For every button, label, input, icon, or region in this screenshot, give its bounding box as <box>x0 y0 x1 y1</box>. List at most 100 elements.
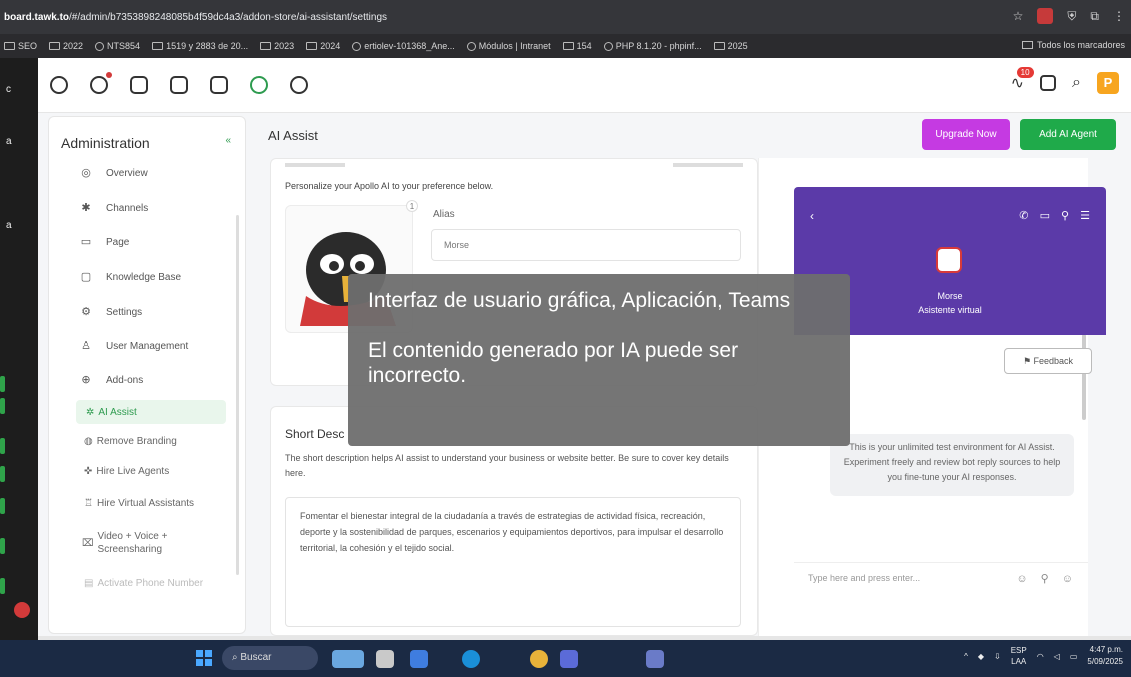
contacts-icon[interactable] <box>130 76 148 94</box>
settings-icon[interactable] <box>290 76 308 94</box>
bookmark-item[interactable]: 2022 <box>49 41 83 51</box>
bookmark-item[interactable]: 2025 <box>713 41 748 51</box>
activity-icon[interactable]: ∿ 10 <box>1011 67 1034 93</box>
status-indicator <box>0 376 5 392</box>
unread-dot <box>106 72 112 78</box>
alias-label: Alias <box>433 209 455 220</box>
gear-icon: ⚙ <box>81 306 91 318</box>
bookmark-item[interactable]: 1519 y 2883 de 20... <box>152 41 248 51</box>
sidebar-item-hire-virtual-assistants[interactable]: ♖ Hire Virtual Assistants <box>84 498 194 509</box>
bookmark-item[interactable]: Módulos | Intranet <box>466 41 551 51</box>
sidebar-item-activate-phone[interactable]: ▤ Activate Phone Number <box>84 578 203 589</box>
windows-start-icon[interactable] <box>196 650 212 666</box>
profile-avatar[interactable]: P <box>1097 72 1119 94</box>
bookmark-item[interactable]: 2023 <box>260 41 294 51</box>
overview-icon: ◎ <box>81 167 91 179</box>
messages-icon[interactable] <box>90 72 112 94</box>
bookmark-item[interactable]: SEO <box>4 41 37 51</box>
usb-icon[interactable]: ⇩ <box>994 652 1001 661</box>
sidebar-item-settings[interactable]: ⚙ Settings <box>80 306 142 318</box>
taskbar-search[interactable]: ⌕ Buscar <box>222 646 318 670</box>
teams-icon[interactable] <box>560 650 578 668</box>
folder-icon <box>260 42 272 50</box>
sidebar-scrollbar[interactable] <box>236 215 239 575</box>
status-indicator <box>0 578 5 594</box>
bookmark-item[interactable]: NTS854 <box>95 41 140 51</box>
top-navigation <box>38 58 1131 113</box>
avatar-count: 1 <box>406 200 418 212</box>
chat-header-actions[interactable]: ✆ ▭ ⚲ ☰ <box>1019 209 1094 222</box>
sidebar-item-page[interactable]: ▭ Page <box>80 236 130 248</box>
feedback-button[interactable]: ⚑ Feedback <box>1004 348 1092 374</box>
chrome-icon[interactable] <box>530 650 548 668</box>
user-icon: ♙ <box>81 340 91 352</box>
sidebar-item-overview[interactable]: ◎ Overview <box>80 167 148 179</box>
language-indicator[interactable]: ESP LAA <box>1011 645 1027 667</box>
book-icon[interactable] <box>170 76 188 94</box>
agent-logo <box>936 247 962 273</box>
widgets-icon[interactable] <box>332 650 364 668</box>
collapse-sidebar-icon[interactable]: « <box>225 135 231 146</box>
browser-url-bar[interactable]: board.tawk.to/#/admin/b7353898248085b4f5… <box>0 0 1131 34</box>
chevron-up-icon[interactable]: ^ <box>964 652 968 661</box>
status-indicator <box>0 466 5 482</box>
app-icon[interactable] <box>646 650 664 668</box>
short-description-textarea[interactable]: Fomentar el bienestar integral de la ciu… <box>285 497 741 627</box>
puzzle-icon[interactable]: ⧉ <box>1090 9 1099 24</box>
clock[interactable]: 4:47 p.m. 5/09/2025 <box>1087 644 1123 668</box>
sidebar-item-remove-branding[interactable]: ◍ Remove Branding <box>84 436 177 447</box>
battery-icon[interactable]: ▭ <box>1070 652 1078 661</box>
folder-icon <box>713 42 725 50</box>
assistants-icon: ♖ <box>84 498 93 509</box>
menu-kebab-icon[interactable]: ⋮ <box>1113 9 1125 23</box>
bookmark-item[interactable]: ertiolev-101368_Ane... <box>352 41 455 51</box>
short-description-title: Short Desc <box>285 427 345 441</box>
tray-app-icon[interactable]: ◆ <box>978 652 984 661</box>
volume-icon[interactable]: ◁ <box>1054 652 1060 661</box>
sidebar-item-hire-live-agents[interactable]: ✜ Hire Live Agents <box>84 466 169 477</box>
strip-icon: a <box>6 136 12 147</box>
reports-icon[interactable] <box>210 76 228 94</box>
explorer-icon[interactable] <box>410 650 428 668</box>
folder-icon <box>306 42 318 50</box>
wifi-icon[interactable]: ◠ <box>1037 652 1044 661</box>
window-icon[interactable] <box>1040 75 1057 91</box>
addons-icon[interactable] <box>250 76 268 94</box>
url-text[interactable]: board.tawk.to/#/admin/b7353898248085b4f5… <box>4 12 884 23</box>
folder-icon <box>4 42 15 50</box>
globe-icon <box>95 41 105 51</box>
sidebar-item-video-voice[interactable]: ⌧ Video + Voice + Screensharing <box>82 530 192 556</box>
shield-icon[interactable]: ⛨ <box>1067 9 1076 24</box>
strip-icon: c <box>6 84 11 95</box>
bookmark-item[interactable]: 154 <box>562 41 592 51</box>
sidebar-item-user-management[interactable]: ♙ User Management <box>80 340 188 352</box>
star-icon[interactable]: ☆ <box>1013 9 1024 23</box>
folder-icon <box>152 42 164 50</box>
sidebar-title: Administration <box>61 135 150 151</box>
folder-icon <box>562 42 574 50</box>
sidebar-item-add-ons[interactable]: ⊕ Add-ons <box>80 374 143 386</box>
sidebar-item-channels[interactable]: ✱ Channels <box>80 202 148 214</box>
back-chevron-icon[interactable]: ‹ <box>810 209 814 223</box>
alias-input[interactable]: Morse <box>431 229 741 261</box>
card-header-fragment <box>285 163 345 167</box>
edge-icon[interactable] <box>462 650 480 668</box>
task-view-icon[interactable] <box>376 650 394 668</box>
preview-scrollbar[interactable] <box>1082 334 1086 420</box>
search-icon[interactable]: ⌕ <box>1072 74 1081 92</box>
chat-input-field[interactable]: Type here and press enter... ☺ ⚲ ☺ <box>794 562 1088 592</box>
status-indicator <box>0 498 5 514</box>
extension-icon[interactable] <box>1037 8 1054 24</box>
sidebar-item-ai-assist[interactable]: ✲ AI Assist <box>76 400 226 424</box>
bookmark-item[interactable]: PHP 8.1.20 - phpinf... <box>603 41 702 51</box>
add-ai-agent-button[interactable]: Add AI Agent <box>1020 119 1116 150</box>
persona-description: Personalize your Apollo AI to your prefe… <box>285 181 494 191</box>
home-icon[interactable] <box>50 76 68 94</box>
all-bookmarks[interactable]: Todos los marcadores <box>1021 40 1125 50</box>
chat-input-actions[interactable]: ☺ ⚲ ☺ <box>1016 572 1078 585</box>
strip-icon: a <box>6 220 12 231</box>
video-icon: ⌧ <box>82 537 94 549</box>
bookmark-item[interactable]: 2024 <box>306 41 340 51</box>
upgrade-now-button[interactable]: Upgrade Now <box>922 119 1010 150</box>
sidebar-item-knowledge-base[interactable]: ▢ Knowledge Base <box>80 271 181 283</box>
